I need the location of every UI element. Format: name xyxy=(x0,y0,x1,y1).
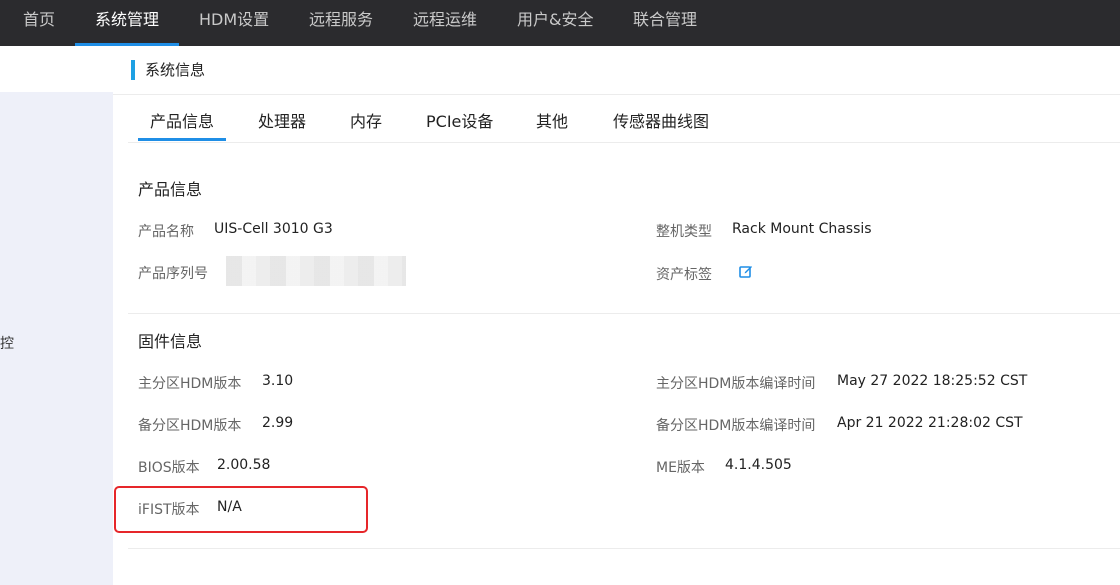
me-version-label: ME版本 xyxy=(656,460,705,476)
bios-version-value: 2.00.58 xyxy=(217,457,271,473)
me-version-value: 4.1.4.505 xyxy=(725,457,792,473)
tab-processor[interactable]: 处理器 xyxy=(258,108,306,142)
chassis-type-label: 整机类型 xyxy=(656,224,712,240)
backup-hdm-build-time-label: 备分区HDM版本编译时间 xyxy=(656,418,816,434)
tabs-divider xyxy=(128,142,1120,143)
product-name-value: UIS-Cell 3010 G3 xyxy=(214,221,333,237)
chassis-type-value: Rack Mount Chassis xyxy=(732,221,872,237)
tab-pcie-devices[interactable]: PCIe设备 xyxy=(426,108,493,142)
backup-hdm-version-value: 2.99 xyxy=(262,415,294,431)
nav-item-home[interactable]: 首页 xyxy=(23,0,55,46)
nav-item-user-security[interactable]: 用户&安全 xyxy=(517,0,593,46)
edit-icon[interactable] xyxy=(739,264,753,278)
nav-item-system-management[interactable]: 系统管理 xyxy=(74,0,180,46)
asset-tag-label: 资产标签 xyxy=(656,267,712,283)
nav-item-federation-management[interactable]: 联合管理 xyxy=(633,0,697,46)
primary-hdm-version-label: 主分区HDM版本 xyxy=(138,376,242,392)
tab-sensor-charts[interactable]: 传感器曲线图 xyxy=(613,108,709,142)
tab-other[interactable]: 其他 xyxy=(536,108,568,142)
primary-hdm-build-time-value: May 27 2022 18:25:52 CST xyxy=(837,373,1028,389)
tab-memory[interactable]: 内存 xyxy=(350,108,382,142)
serial-number-label: 产品序列号 xyxy=(138,266,208,282)
product-name-label: 产品名称 xyxy=(138,224,194,240)
divider xyxy=(128,313,1120,314)
nav-item-hdm-settings[interactable]: HDM设置 xyxy=(199,0,269,46)
bios-version-label: BIOS版本 xyxy=(138,460,200,476)
backup-hdm-build-time-value: Apr 21 2022 21:28:02 CST xyxy=(837,415,1023,431)
highlight-box xyxy=(114,486,368,533)
top-navigation-bar: 首页 系统管理 HDM设置 远程服务 远程运维 用户&安全 联合管理 xyxy=(0,0,1120,46)
tab-product-info[interactable]: 产品信息 xyxy=(137,108,227,142)
firmware-info-title: 固件信息 xyxy=(138,332,203,351)
divider xyxy=(113,94,1120,95)
serial-number-redacted xyxy=(226,256,406,286)
primary-hdm-version-value: 3.10 xyxy=(262,373,294,389)
primary-hdm-build-time-label: 主分区HDM版本编译时间 xyxy=(656,376,816,392)
nav-item-remote-ops[interactable]: 远程运维 xyxy=(413,0,477,46)
section-title: 系统信息 xyxy=(131,60,205,80)
sidebar-item-label-partial[interactable]: 控 xyxy=(0,333,14,353)
product-info-title: 产品信息 xyxy=(138,180,203,199)
divider xyxy=(128,548,1120,549)
sidebar: 控 xyxy=(0,92,113,585)
backup-hdm-version-label: 备分区HDM版本 xyxy=(138,418,242,434)
nav-item-remote-service[interactable]: 远程服务 xyxy=(309,0,373,46)
